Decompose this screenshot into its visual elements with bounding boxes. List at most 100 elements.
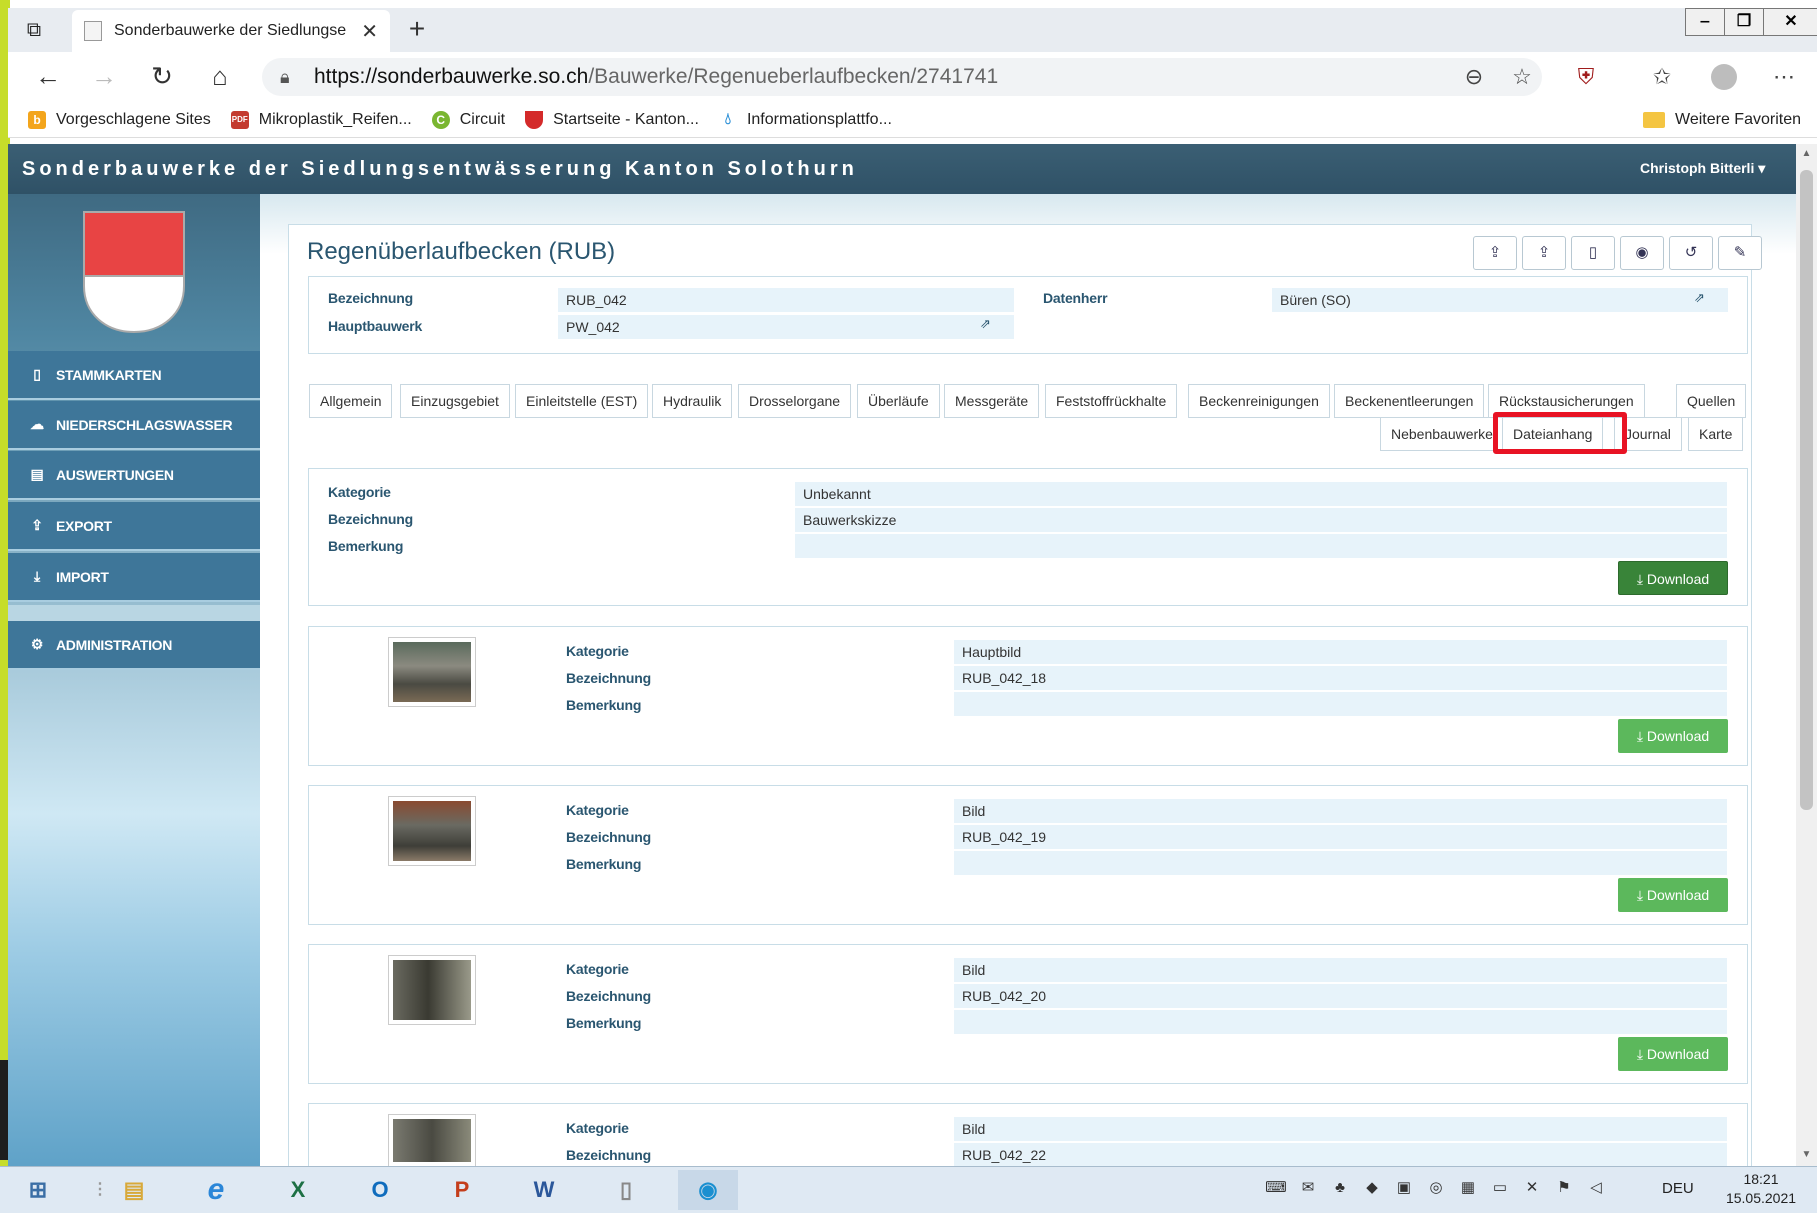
edit-button[interactable]: ✎ xyxy=(1718,236,1762,270)
powerpoint-icon[interactable]: P xyxy=(432,1170,492,1210)
file-thumbnail[interactable] xyxy=(388,1114,476,1166)
drive-icon[interactable]: ▭ xyxy=(1484,1176,1516,1200)
file-thumbnail[interactable] xyxy=(388,637,476,707)
tab-karte[interactable]: Karte xyxy=(1688,417,1744,451)
add-favorite-icon[interactable]: ☆ xyxy=(1504,60,1540,94)
other-favorites[interactable]: Weitere Favoriten xyxy=(1643,102,1801,138)
volume-icon[interactable]: ◁ xyxy=(1580,1176,1612,1200)
user-menu[interactable]: Christoph Bitterli ▾ xyxy=(1640,160,1765,177)
external-link-icon[interactable]: ⇗ xyxy=(1694,290,1705,306)
file-thumbnail[interactable] xyxy=(388,796,476,866)
document-icon: ▤ xyxy=(30,466,44,482)
external-link-icon[interactable]: ⇗ xyxy=(980,316,991,332)
bezeichnung-value: Bauwerkskizze xyxy=(795,508,1727,532)
sidebar-item-label: IMPORT xyxy=(56,568,109,585)
close-tab-icon[interactable]: ✕ xyxy=(361,19,378,44)
bemerkung-label: Bemerkung xyxy=(566,697,642,713)
profile-avatar-icon[interactable] xyxy=(1706,60,1742,94)
sync-icon[interactable]: ◎ xyxy=(1420,1176,1452,1200)
tab-actions-icon[interactable]: ⧉ xyxy=(14,14,54,46)
forward-button[interactable]: → xyxy=(84,58,124,94)
sidebar-item-export[interactable]: ⇪ EXPORT xyxy=(8,502,260,551)
explorer-icon[interactable]: ▤ xyxy=(104,1170,164,1210)
tab-beckenreinigungen[interactable]: Beckenreinigungen xyxy=(1188,384,1330,418)
tab-hydraulik[interactable]: Hydraulik xyxy=(652,384,733,418)
refresh-button[interactable]: ↻ xyxy=(142,58,182,94)
internet-explorer-icon[interactable]: e xyxy=(186,1170,246,1210)
zoom-icon[interactable]: ⊖ xyxy=(1456,60,1492,94)
outlook-icon[interactable]: O xyxy=(350,1170,410,1210)
tab-einleitstelle[interactable]: Einleitstelle (EST) xyxy=(515,384,649,418)
more-menu-icon[interactable]: ⋯ xyxy=(1766,60,1802,94)
favorites-icon[interactable]: ✩ xyxy=(1644,60,1680,94)
upload-button[interactable]: ⇪ xyxy=(1522,236,1566,270)
bookmark-2[interactable]: PDF Mikroplastik_Reifen... xyxy=(230,110,412,129)
tab-feststoffrueckhalte[interactable]: Feststoffrückhalte xyxy=(1045,384,1178,418)
download-icon: ⤓ xyxy=(1636,1046,1644,1062)
new-tab-button[interactable]: + xyxy=(400,12,434,46)
view-button[interactable]: ◉ xyxy=(1620,236,1664,270)
close-window-icon[interactable]: ✕ xyxy=(1763,8,1817,36)
sidebar-item-auswertungen[interactable]: ▤ AUSWERTUNGEN xyxy=(8,451,260,500)
scrollbar-thumb[interactable] xyxy=(1800,170,1813,810)
download-icon: ⤓ xyxy=(34,568,40,584)
bookmark-1[interactable]: b Vorgeschlagene Sites xyxy=(28,110,211,129)
outlook-tray-icon[interactable]: ✉ xyxy=(1292,1176,1324,1200)
download-button[interactable]: ⤓ Download xyxy=(1618,719,1728,753)
tab-drosselorgane[interactable]: Drosselorgane xyxy=(738,384,852,418)
tab-quellen[interactable]: Quellen xyxy=(1676,384,1747,418)
tab-ueberlaeufe[interactable]: Überläufe xyxy=(857,384,940,418)
file-icon[interactable]: ▯ xyxy=(596,1170,656,1210)
keyboard-icon[interactable]: ⌨ xyxy=(1260,1176,1292,1200)
scroll-up-icon[interactable]: ▲ xyxy=(1796,144,1817,164)
download-button[interactable]: ⤓ Download xyxy=(1618,1037,1728,1071)
sidebar-item-administration[interactable]: ⚙ ADMINISTRATION xyxy=(8,621,260,670)
bemerkung-value xyxy=(795,534,1727,558)
excel-icon[interactable]: X xyxy=(268,1170,328,1210)
bookmark-3[interactable]: C Circuit xyxy=(431,110,505,129)
people-icon[interactable]: ♣ xyxy=(1324,1176,1356,1200)
file-thumbnail[interactable] xyxy=(388,955,476,1025)
start-button[interactable]: ⊞ xyxy=(8,1170,68,1210)
app-title: Sonderbauwerke der Siedlungsentwässerung… xyxy=(22,158,858,180)
kategorie-value: Bild xyxy=(954,799,1727,823)
edge-icon[interactable]: ◉ xyxy=(678,1170,738,1210)
tab-beckenentleerungen[interactable]: Beckenentleerungen xyxy=(1334,384,1485,418)
home-button[interactable]: ⌂ xyxy=(200,58,240,94)
dropbox-icon[interactable]: ◆ xyxy=(1356,1176,1388,1200)
kategorie-label: Kategorie xyxy=(566,961,629,977)
back-button[interactable]: ← xyxy=(28,58,68,94)
download-button[interactable]: ⤓ Download xyxy=(1618,878,1728,912)
minimize-icon[interactable]: ‒ xyxy=(1685,8,1725,36)
sidebar-item-import[interactable]: ⤓ IMPORT xyxy=(8,553,260,602)
restore-icon[interactable]: ❐ xyxy=(1724,8,1764,36)
scroll-down-icon[interactable]: ▼ xyxy=(1796,1145,1817,1165)
url-input[interactable]: 🔒︎ https://sonderbauwerke.so.ch/Bauwerke… xyxy=(262,58,1542,96)
browser-tab[interactable]: Sonderbauwerke der Siedlungse ✕ xyxy=(72,10,390,52)
network-icon[interactable]: ✕ xyxy=(1516,1176,1548,1200)
ublock-icon[interactable]: ⛨ xyxy=(1568,60,1604,94)
tab-allgemein[interactable]: Allgemein xyxy=(309,384,393,418)
word-icon[interactable]: W xyxy=(514,1170,574,1210)
app-tray-icon[interactable]: ▣ xyxy=(1388,1176,1420,1200)
tab-nebenbauwerke[interactable]: Nebenbauwerke xyxy=(1380,417,1504,451)
tab-messgeraete[interactable]: Messgeräte xyxy=(944,384,1040,418)
sidebar-item-stammkarten[interactable]: ▯ STAMMKARTEN xyxy=(8,351,260,400)
security-icon[interactable]: ▦ xyxy=(1452,1176,1484,1200)
map-button[interactable]: ▯ xyxy=(1571,236,1615,270)
clock-date: 15.05.2021 xyxy=(1725,1190,1797,1206)
bezeichnung-label: Bezeichnung xyxy=(566,670,651,686)
history-button[interactable]: ↺ xyxy=(1669,236,1713,270)
tab-einzugsgebiet[interactable]: Einzugsgebiet xyxy=(400,384,510,418)
download-button[interactable]: ⤓ Download xyxy=(1618,561,1728,595)
bookmark-4[interactable]: Startseite - Kanton... xyxy=(525,110,699,129)
clock[interactable]: 18:21 15.05.2021 xyxy=(1706,1170,1816,1208)
bookmark-label: Startseite - Kanton... xyxy=(553,110,699,128)
kategorie-value: Bild xyxy=(954,958,1727,982)
bookmark-5[interactable]: 💧︎ Informationsplattfo... xyxy=(719,111,892,129)
sidebar-separator xyxy=(8,605,260,621)
sidebar-item-niederschlagswasser[interactable]: ☁ NIEDERSCHLAGSWASSER xyxy=(8,401,260,450)
export-button[interactable]: ⇪ xyxy=(1473,236,1517,270)
flag-icon[interactable]: ⚑ xyxy=(1548,1176,1580,1200)
language-indicator[interactable]: DEU xyxy=(1662,1180,1694,1197)
